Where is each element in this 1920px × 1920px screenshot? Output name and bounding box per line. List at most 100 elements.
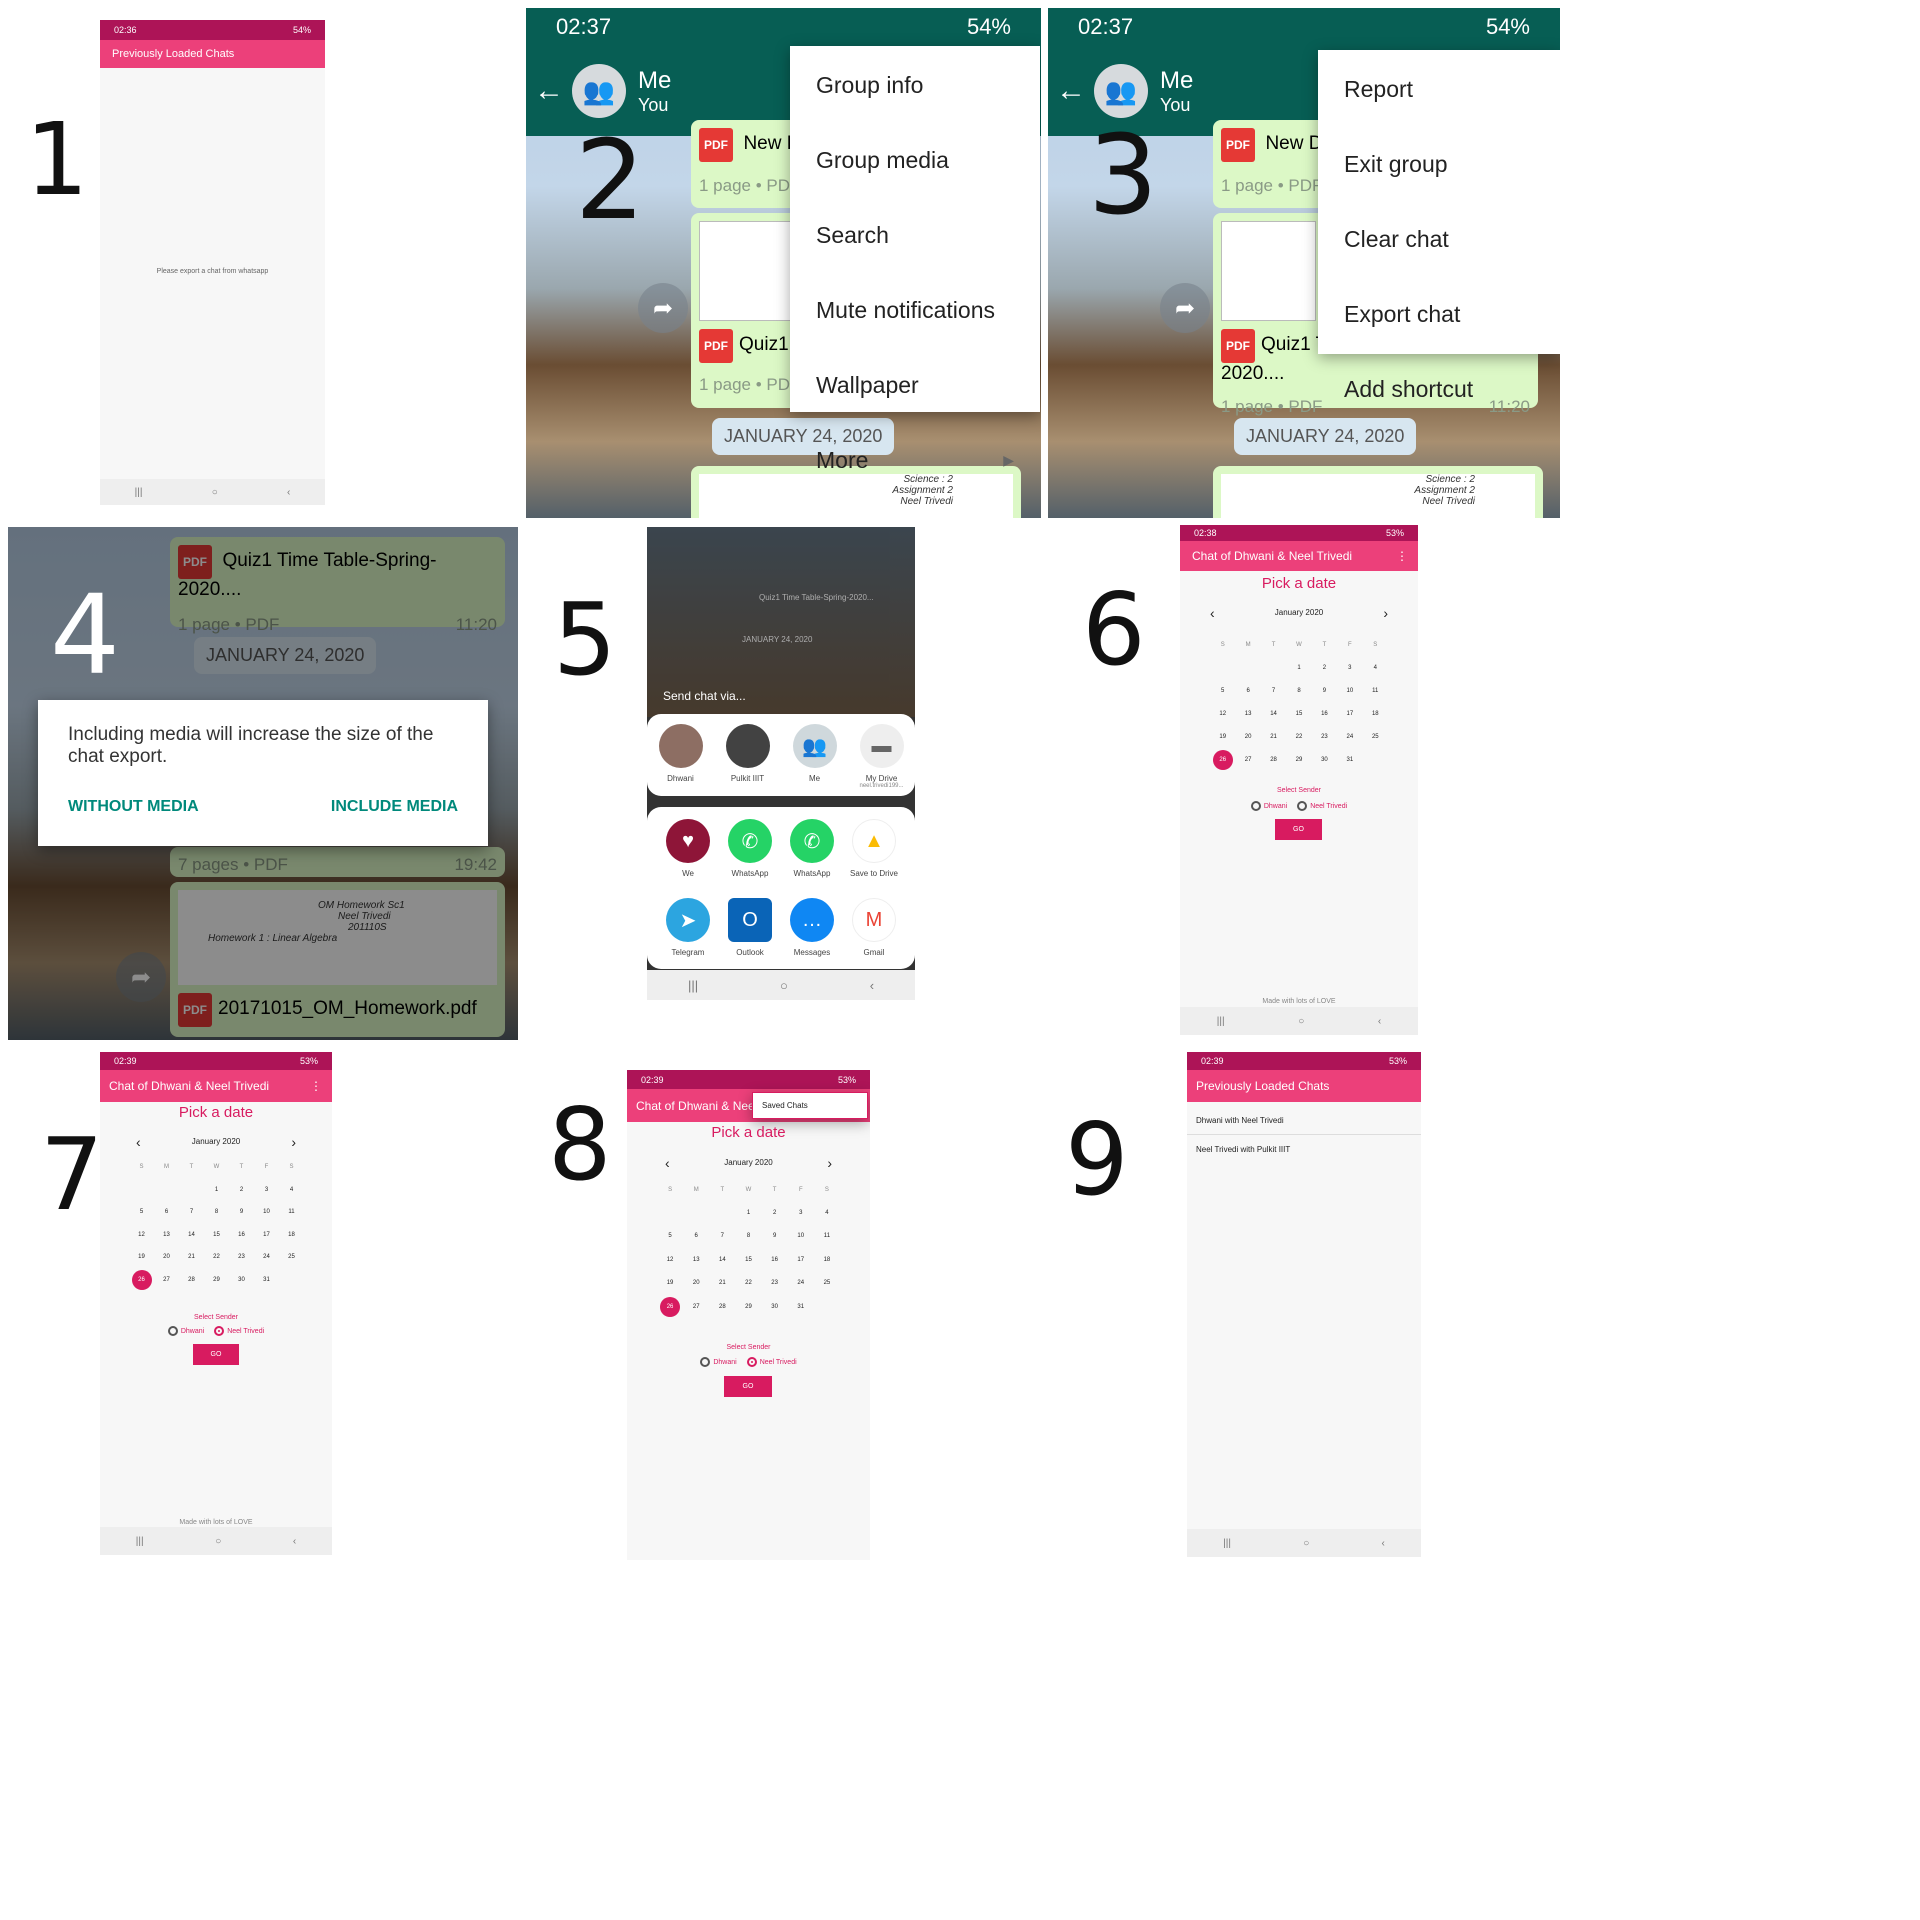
calendar-day[interactable]: 27 [154, 1277, 179, 1283]
menu-item-search[interactable]: Search [790, 198, 1040, 273]
sender-option-neel[interactable]: Neel Trivedi [746, 1357, 797, 1367]
recents-button[interactable]: ||| [135, 487, 143, 498]
recents-button[interactable]: ||| [1223, 1538, 1231, 1549]
radio-button[interactable] [1250, 801, 1261, 811]
calendar-day[interactable]: 30 [229, 1277, 254, 1283]
calendar-day[interactable]: 20 [1235, 734, 1260, 740]
calendar-day[interactable]: 3 [1337, 665, 1362, 671]
calendar-day[interactable]: 15 [204, 1232, 229, 1238]
calendar-day[interactable]: 30 [1312, 757, 1337, 763]
calendar-day[interactable]: 24 [1337, 734, 1362, 740]
saved-chat-item[interactable]: Dhwani with Neel Trivedi [1187, 1107, 1421, 1135]
calendar-day[interactable]: 21 [709, 1280, 735, 1286]
calendar-day[interactable]: 28 [179, 1277, 204, 1283]
calendar-day[interactable]: 1 [735, 1210, 761, 1216]
calendar-day[interactable]: 6 [1235, 688, 1260, 694]
share-app-whatsapp-2[interactable]: ✆ WhatsApp [781, 819, 843, 890]
calendar-day[interactable]: 16 [229, 1232, 254, 1238]
home-button[interactable]: ○ [1303, 1538, 1309, 1549]
radio-button[interactable] [700, 1357, 711, 1367]
sender-option-dhwani[interactable]: Dhwani [1250, 801, 1287, 811]
back-button[interactable]: ‹ [870, 978, 874, 993]
prev-month-button[interactable]: ‹ [136, 1134, 141, 1150]
calendar-day[interactable]: 1 [1286, 665, 1311, 671]
saved-chat-item[interactable]: Neel Trivedi with Pulkit IIIT [1187, 1136, 1421, 1164]
sender-option-neel[interactable]: Neel Trivedi [214, 1326, 264, 1336]
group-avatar-icon[interactable]: 👥 [1094, 64, 1148, 118]
share-app-we[interactable]: ♥ We [657, 819, 719, 890]
menu-item-saved-chats[interactable]: Saved Chats [762, 1101, 808, 1110]
back-button[interactable]: ‹ [1382, 1538, 1385, 1549]
recents-button[interactable]: ||| [1217, 1016, 1225, 1027]
share-app-whatsapp[interactable]: ✆ WhatsApp [719, 819, 781, 890]
calendar-day[interactable]: 2 [229, 1187, 254, 1193]
menu-item-wallpaper[interactable]: Wallpaper [790, 348, 1040, 423]
calendar-day[interactable]: 3 [788, 1210, 814, 1216]
calendar-day[interactable]: 25 [1363, 734, 1388, 740]
calendar-day[interactable]: 10 [1337, 688, 1362, 694]
radio-button[interactable] [1297, 801, 1308, 811]
calendar-day[interactable]: 28 [1261, 757, 1286, 763]
menu-item-group-media[interactable]: Group media [790, 123, 1040, 198]
calendar-day[interactable]: 5 [129, 1209, 154, 1215]
calendar-day[interactable]: 9 [229, 1209, 254, 1215]
calendar-day[interactable]: 10 [788, 1233, 814, 1239]
calendar-day[interactable]: 19 [129, 1254, 154, 1260]
calendar-day[interactable]: 1 [204, 1187, 229, 1193]
calendar-day[interactable]: 25 [814, 1280, 840, 1286]
image-message[interactable]: OM Homework Sc1 Neel Trivedi 201110S Hom… [170, 882, 505, 1037]
calendar-day[interactable]: 17 [1337, 711, 1362, 717]
calendar-day[interactable]: 20 [683, 1280, 709, 1286]
calendar-day[interactable]: 31 [1337, 757, 1362, 763]
menu-item-add-shortcut[interactable]: Add shortcut [1318, 352, 1560, 427]
calendar-day[interactable]: 17 [254, 1232, 279, 1238]
calendar-day[interactable]: 23 [1312, 734, 1337, 740]
go-button[interactable]: GO [724, 1376, 772, 1397]
share-app-drive[interactable]: ▲ Save to Drive [843, 819, 905, 890]
back-arrow-icon[interactable]: ← [1056, 74, 1086, 108]
overflow-menu-icon[interactable]: ⋮ [310, 1079, 322, 1093]
calendar-day[interactable]: 8 [1286, 688, 1311, 694]
menu-item-group-info[interactable]: Group info [790, 48, 1040, 123]
calendar-day[interactable]: 15 [735, 1257, 761, 1263]
calendar-day[interactable]: 13 [1235, 711, 1260, 717]
go-button[interactable]: GO [193, 1344, 239, 1365]
calendar-day[interactable]: 24 [788, 1280, 814, 1286]
calendar-day[interactable]: 21 [179, 1254, 204, 1260]
calendar-day[interactable]: 29 [1286, 757, 1311, 763]
calendar-day[interactable]: 16 [762, 1257, 788, 1263]
calendar-day[interactable]: 22 [1286, 734, 1311, 740]
recents-button[interactable]: ||| [136, 1536, 144, 1547]
sender-option-neel[interactable]: Neel Trivedi [1297, 801, 1347, 811]
calendar-day[interactable]: 7 [1261, 688, 1286, 694]
calendar-day[interactable]: 19 [657, 1280, 683, 1286]
calendar-day[interactable]: 2 [762, 1210, 788, 1216]
share-app-messages[interactable]: … Messages [781, 898, 843, 969]
calendar-day[interactable]: 3 [254, 1187, 279, 1193]
calendar-day[interactable]: 13 [154, 1232, 179, 1238]
calendar-day[interactable]: 28 [709, 1304, 735, 1310]
next-month-button[interactable]: › [827, 1155, 832, 1171]
back-arrow-icon[interactable]: ← [534, 74, 564, 108]
calendar-day[interactable]: 4 [1363, 665, 1388, 671]
calendar-day-selected[interactable]: 26 [131, 1269, 152, 1290]
calendar-day[interactable]: 31 [254, 1277, 279, 1283]
calendar-day[interactable]: 22 [204, 1254, 229, 1260]
calendar-day[interactable]: 22 [735, 1280, 761, 1286]
group-avatar-icon[interactable]: 👥 [572, 64, 626, 118]
calendar-day[interactable]: 8 [735, 1233, 761, 1239]
calendar-day-selected[interactable]: 26 [1212, 749, 1233, 770]
calendar-day[interactable]: 7 [179, 1209, 204, 1215]
chat-name[interactable]: Me [638, 67, 671, 95]
calendar-day[interactable]: 7 [709, 1233, 735, 1239]
calendar-day[interactable]: 11 [279, 1209, 304, 1215]
home-button[interactable]: ○ [215, 1536, 221, 1547]
calendar-day[interactable]: 29 [204, 1277, 229, 1283]
calendar-day[interactable]: 23 [762, 1280, 788, 1286]
calendar-day[interactable]: 13 [683, 1257, 709, 1263]
calendar-day[interactable]: 5 [1210, 688, 1235, 694]
calendar-day[interactable]: 6 [683, 1233, 709, 1239]
home-button[interactable]: ○ [1298, 1016, 1304, 1027]
calendar-day[interactable]: 20 [154, 1254, 179, 1260]
radio-button-selected[interactable] [214, 1326, 225, 1336]
